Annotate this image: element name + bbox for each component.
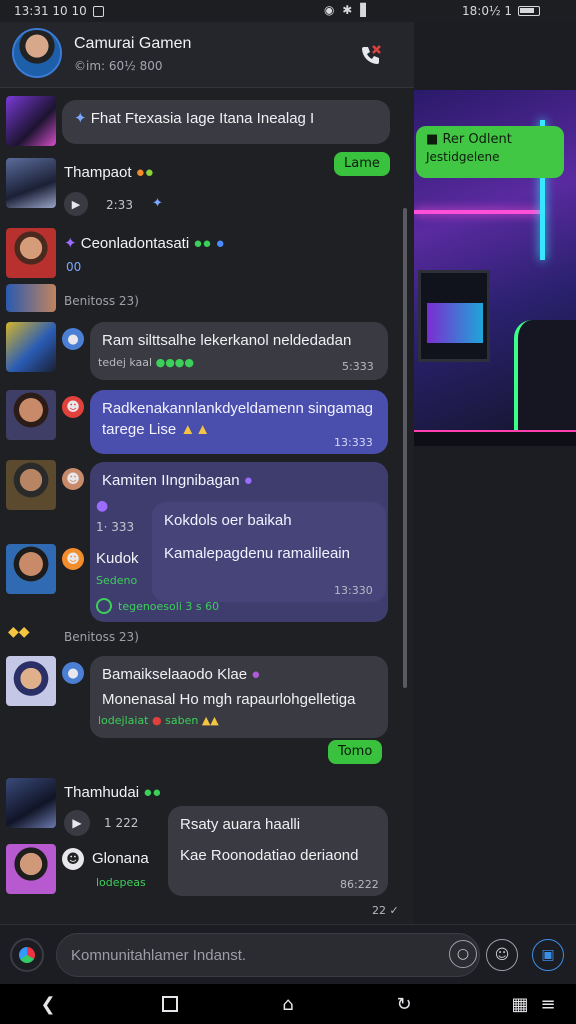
message-text: Jestidgelene — [426, 150, 500, 164]
message-text: Kamalepagdenu ramalileain — [164, 545, 350, 562]
emoji-icon[interactable]: ○ — [449, 940, 477, 968]
avatar[interactable] — [6, 158, 56, 208]
game-tag[interactable]: Tomo — [328, 740, 383, 764]
phone-missed-icon[interactable] — [356, 40, 386, 70]
sender-name: Thamhudai ●● — [64, 784, 162, 801]
attach-icon[interactable]: ▣ — [532, 939, 564, 971]
message-bubble[interactable]: ✦ Fhat Ftexasia Iage Itana Inealag I — [62, 100, 390, 144]
message-list[interactable]: ✦ Fhat Ftexasia Iage Itana Inealag I Lam… — [0, 88, 414, 924]
rotate-icon[interactable]: ↻ — [392, 992, 416, 1016]
notification-icon — [92, 5, 104, 17]
date-divider: Benitoss 23) — [64, 630, 139, 644]
side-panel: ■ Rer Odlent Jestidgelene — [414, 22, 576, 924]
avatar[interactable] — [6, 228, 56, 278]
game-tag[interactable]: Lame — [334, 152, 390, 176]
avatar[interactable] — [6, 322, 56, 372]
signal-icons: ◉ ✱ ▋ — [324, 3, 372, 17]
star-icon: ◆◆ — [8, 624, 30, 640]
chat-subtitle: ©im: 60½ 800 — [74, 59, 163, 73]
avatar[interactable] — [6, 844, 56, 894]
voice-play-icon[interactable]: ▶ — [64, 192, 88, 216]
status-bar: 13:31 10 10 ◉ ✱ ▋ 18:0½ 1 — [0, 0, 576, 22]
status-ring-icon — [96, 598, 112, 614]
recents-icon[interactable] — [158, 992, 182, 1016]
voice-duration: 2:33 — [106, 198, 133, 212]
message-text: Ram silttsalhe lekerkanol neldedadan — [102, 332, 352, 349]
message-text: Kokdols oer baikah — [164, 512, 292, 529]
voice-play-icon[interactable]: ▶ — [64, 810, 90, 836]
scrollbar[interactable] — [403, 208, 407, 688]
sender-name: Glonana — [92, 850, 149, 867]
voice-duration: 1 222 — [104, 816, 139, 830]
emoji-icon: ☻ — [62, 848, 84, 870]
sender-name: Kamiten IIngnibagan — [102, 472, 240, 489]
avatar[interactable] — [6, 284, 56, 312]
sticker-icon[interactable] — [10, 938, 44, 972]
system-nav-bar: ❮ ⌂ ↻ ▦ ≡ — [0, 984, 576, 1024]
emoji-icon: ☻ — [62, 468, 84, 490]
message-text: Rsaty auara haalli — [180, 816, 301, 833]
date-divider: Benitoss 23) — [64, 294, 139, 308]
message-text: Fhat Ftexasia Iage Itana Inealag I — [90, 110, 315, 127]
back-icon[interactable]: ❮ — [36, 992, 60, 1016]
message-meta: lodejlaiat ● saben ▲▲ — [98, 714, 219, 727]
message-time: 13:330 — [334, 584, 373, 597]
emoji-icon: ● — [96, 498, 109, 514]
emoji-icon: ☻ — [62, 548, 84, 570]
avatar[interactable] — [6, 656, 56, 706]
message-input-wrapper[interactable]: ○ — [56, 933, 480, 977]
avatar[interactable] — [6, 460, 56, 510]
composer-bar: ○ ☺ ▣ — [0, 924, 576, 984]
message-time: 1· 333 — [96, 520, 135, 534]
avatar[interactable] — [6, 544, 56, 594]
message-status: tegenoesoli 3 s 60 — [118, 600, 220, 613]
sender-name: Thampaot ●● — [64, 164, 154, 181]
message-input[interactable] — [71, 934, 441, 976]
message-meta: tedej kaal ●●●● — [98, 356, 195, 369]
message-meta: Sedeno — [96, 574, 138, 587]
avatar[interactable] — [6, 390, 56, 440]
sender-name: Kudok — [96, 550, 139, 567]
avatar[interactable] — [12, 28, 62, 78]
globe-icon: ● — [62, 662, 84, 684]
battery-icon — [518, 6, 541, 16]
message-time: 5:333 — [342, 360, 374, 373]
message-text: Bamaikselaaodo Klae — [102, 666, 248, 683]
home-icon[interactable]: ⌂ — [276, 992, 300, 1016]
status-time-right: 18:0½ 1 — [462, 4, 513, 18]
sender-name: ✦ Ceonladontasati ●● ● — [64, 235, 225, 252]
screenshot-icon[interactable]: ▦ — [508, 992, 532, 1016]
message-meta: lodepeas — [96, 876, 146, 889]
gif-icon[interactable]: ☺ — [486, 939, 518, 971]
user-id: 00 — [66, 260, 82, 274]
message-text: tarege Lise — [102, 421, 177, 438]
pin-icon: ■ — [426, 132, 439, 147]
read-receipt: 22 ✓ — [372, 904, 399, 917]
message-text: Radkenakannlankdyeldamenn singamag — [102, 400, 374, 417]
globe-icon: ● — [62, 328, 84, 350]
message-time: 86:222 — [340, 878, 379, 891]
avatar[interactable] — [6, 96, 56, 146]
message-time: 13:333 — [334, 436, 373, 449]
message-text: Rer Odlent — [442, 132, 512, 147]
avatar[interactable] — [6, 778, 56, 828]
message-bubble[interactable]: ■ Rer Odlent Jestidgelene — [416, 126, 564, 178]
message-text: Kae Roonodatiao deriaond — [180, 847, 359, 864]
emoji-icon: ☻ — [62, 396, 84, 418]
status-time: 13:31 10 10 — [14, 4, 87, 18]
message-text: Monenasal Ho mgh rapaurlohgelletiga — [102, 691, 356, 708]
gem-icon: ✦ — [152, 196, 163, 211]
page-title[interactable]: Camurai Gamen — [74, 35, 191, 53]
menu-icon[interactable]: ≡ — [536, 992, 560, 1016]
